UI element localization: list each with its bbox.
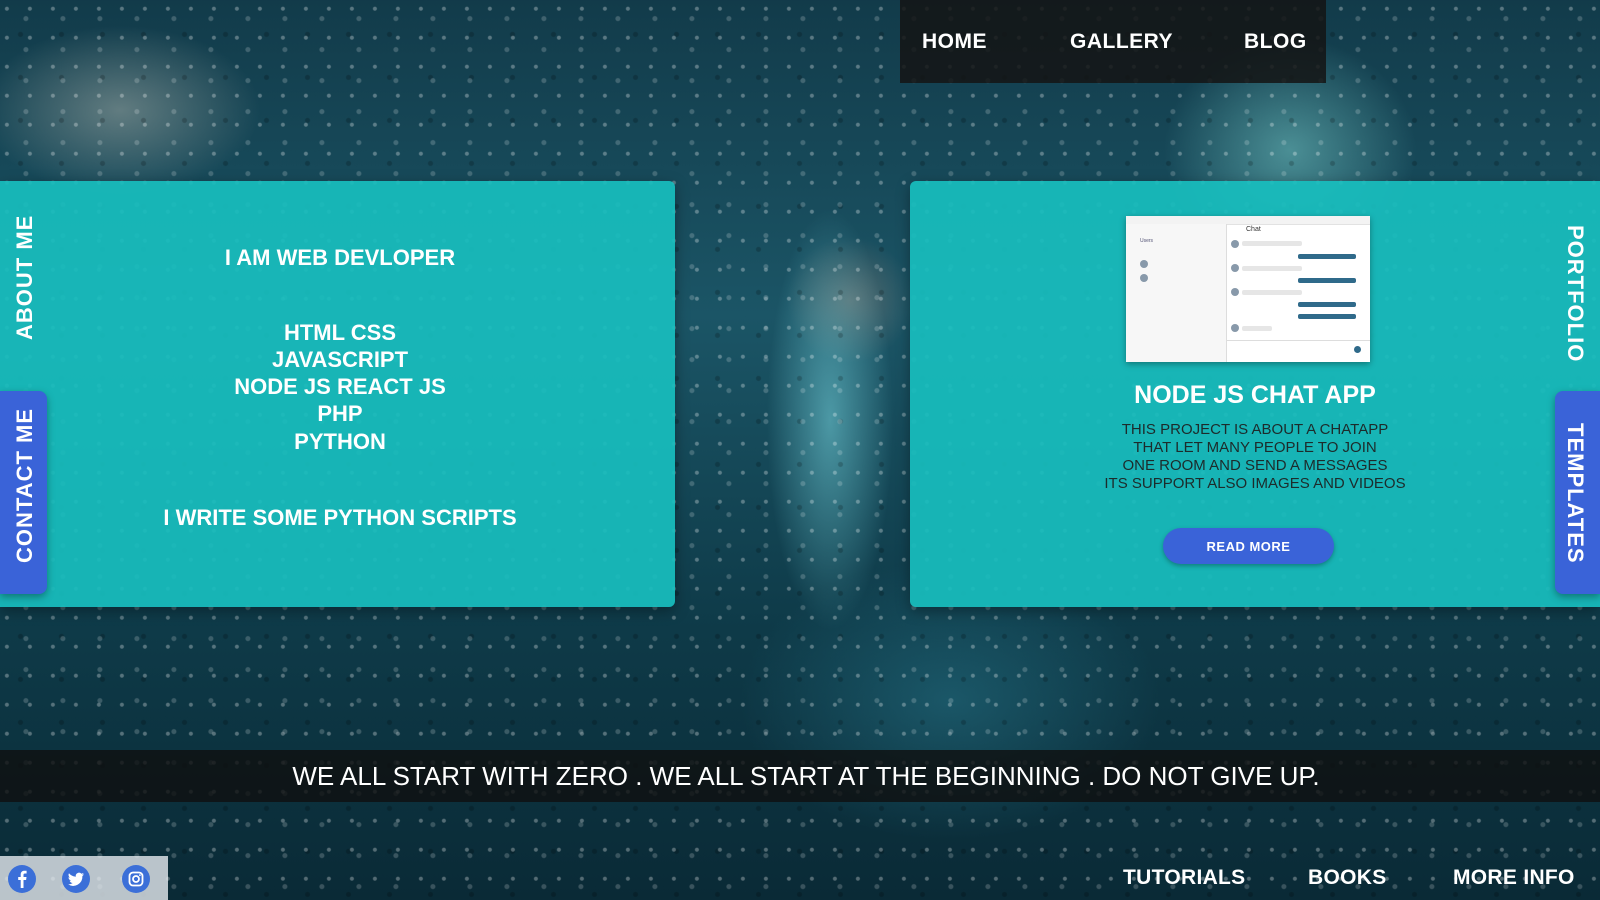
message-bubble: [1242, 326, 1272, 331]
about-outro: I WRITE SOME PYTHON SCRIPTS: [163, 505, 517, 530]
avatar: [1140, 274, 1148, 282]
twitter-icon[interactable]: [61, 864, 91, 894]
avatar: [1231, 324, 1239, 332]
skill-python: PYTHON: [294, 429, 386, 454]
description-line: ITS SUPPORT ALSO IMAGES AND VIDEOS: [1104, 475, 1406, 492]
quote-text: WE ALL START WITH ZERO . WE ALL START AT…: [292, 761, 1320, 791]
social-links: [0, 856, 168, 900]
avatar: [1231, 288, 1239, 296]
read-more-button[interactable]: READ MORE: [1163, 528, 1334, 564]
description-line: THIS PROJECT IS ABOUT A CHATAPP: [1121, 421, 1389, 438]
nav-gallery[interactable]: GALLERY: [1070, 30, 1173, 54]
templates-label[interactable]: TEMPLATES: [1562, 423, 1588, 564]
send-icon: [1354, 346, 1361, 353]
message-bubble: [1298, 278, 1356, 283]
description-line: THAT LET MANY PEOPLE TO JOIN: [1133, 439, 1377, 456]
screenshot-input-divider: [1227, 340, 1370, 341]
footer-books[interactable]: BOOKS: [1308, 866, 1387, 890]
skill-html-css: HTML CSS: [283, 320, 397, 345]
message-bubble: [1298, 314, 1356, 319]
contact-me-label[interactable]: CONTACT ME: [12, 408, 38, 563]
description-line: ONE ROOM AND SEND A MESSAGES: [1122, 457, 1388, 474]
chat-app-screenshot[interactable]: Users Chat: [1126, 216, 1370, 362]
message-bubble: [1298, 302, 1356, 307]
project-description: THIS PROJECT IS ABOUT A CHATAPP THAT LET…: [910, 421, 1600, 493]
skill-javascript: JAVASCRIPT: [271, 347, 409, 372]
message-bubble: [1242, 241, 1302, 246]
screenshot-users-sidebar: Users: [1126, 224, 1227, 362]
avatar: [1140, 260, 1148, 268]
about-intro: I AM WEB DEVLOPER: [224, 245, 456, 270]
skill-php: PHP: [317, 401, 363, 426]
project-title: NODE JS CHAT APP: [1134, 381, 1376, 409]
footer-more-info[interactable]: MORE INFO: [1453, 866, 1575, 890]
screenshot-users-label: Users: [1140, 238, 1154, 244]
top-nav: HOME GALLERY BLOG: [900, 0, 1326, 83]
screenshot-chat-title: Chat: [1246, 226, 1261, 233]
avatar: [1231, 264, 1239, 272]
footer-tutorials[interactable]: TUTORIALS: [1123, 866, 1245, 890]
instagram-icon[interactable]: [121, 864, 151, 894]
facebook-icon[interactable]: [7, 864, 37, 894]
nav-home[interactable]: HOME: [922, 30, 987, 54]
message-bubble: [1242, 290, 1302, 295]
avatar: [1231, 240, 1239, 248]
skill-node-react: NODE JS REACT JS: [234, 374, 446, 399]
message-bubble: [1298, 254, 1356, 259]
message-bubble: [1242, 266, 1302, 271]
nav-blog[interactable]: BLOG: [1244, 30, 1307, 54]
portfolio-label[interactable]: PORTFOLIO: [1562, 225, 1588, 362]
